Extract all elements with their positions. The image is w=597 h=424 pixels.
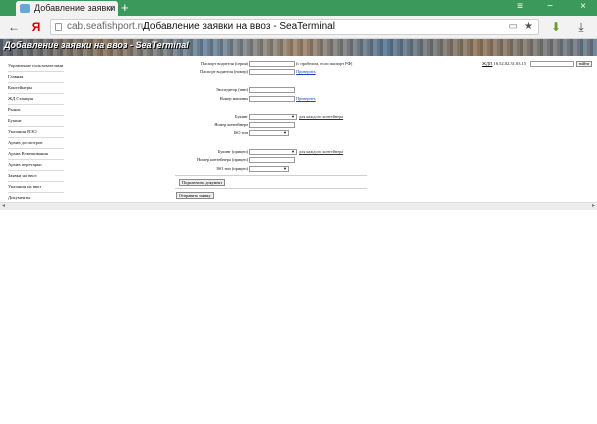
browser-tab[interactable]: Добавление заявки на ×	[16, 1, 118, 16]
tab-title: Добавление заявки на	[34, 3, 118, 13]
tab-close-icon[interactable]: ×	[109, 1, 114, 16]
check-passport-link[interactable]: Проверить	[296, 69, 316, 74]
container-number-field[interactable]	[249, 122, 295, 128]
booking-select[interactable]: ▼	[249, 114, 297, 120]
back-icon[interactable]: ←	[8, 20, 20, 34]
new-tab-button[interactable]: +	[121, 1, 133, 14]
machine-number-label: Номер машины	[219, 96, 248, 101]
browser-menu-icon[interactable]: ≡	[511, 0, 529, 14]
container-number-label: Номер контейнера	[214, 122, 248, 127]
top-right-info: ЖДП 16.52.02.31.03.15	[482, 61, 526, 66]
booking-trailer-each-container-link[interactable]: для каждого контейнера	[299, 149, 343, 154]
date-text: 16.52.02.31.03.15	[493, 61, 527, 66]
sidebar-item-repacking[interactable]: Архив перетарки	[8, 160, 64, 171]
sidebar-item-import-requests[interactable]: Заявки на ввоз	[8, 171, 64, 182]
check-machine-link[interactable]: Проверить	[296, 96, 316, 101]
sidebar-item-market[interactable]: Рынок	[8, 105, 64, 116]
star-icon[interactable]: ★	[524, 20, 533, 34]
container-trailer-label: Номер контейнера (прицеп)	[197, 157, 248, 162]
iso-trailer-select[interactable]: ▼	[249, 166, 289, 172]
passport-note: (с пробелом, если паспорт РФ)	[296, 61, 353, 66]
sidebar-item-booking[interactable]: Букинг	[8, 116, 64, 127]
address-bar[interactable]: cab.seafishport.ru Добавление заявки на …	[50, 19, 539, 35]
booking-trailer-label: Букинг (прицеп)	[217, 149, 248, 154]
site-favicon-icon	[20, 4, 30, 13]
sidebar-item-railway[interactable]: ЖД Станция	[8, 94, 64, 105]
download-arrow-icon[interactable]: ⬇	[549, 20, 563, 34]
passport-number-field[interactable]	[249, 69, 295, 75]
sidebar-item-home[interactable]: Главная	[8, 72, 64, 83]
chevron-down-icon: ▼	[283, 130, 287, 135]
iso-type-select[interactable]: ▼	[249, 130, 289, 136]
submit-request-button[interactable]: Отправить заявку	[176, 192, 214, 199]
horizontal-scrollbar[interactable]: ◂ ▸	[0, 202, 597, 210]
attach-document-button[interactable]: Подключить документ	[179, 179, 226, 186]
lock-icon	[55, 23, 62, 31]
search-button[interactable]: найти	[576, 61, 592, 67]
passport-series-label: Паспорт водителя (серия)	[200, 61, 248, 66]
yandex-home-icon[interactable]: Я	[30, 20, 42, 34]
passport-series-field[interactable]	[249, 61, 295, 67]
iso-trailer-label: ISO тип (прицеп)	[216, 166, 248, 171]
booking-label: Букинг	[235, 114, 248, 119]
forwarder-inn-field[interactable]	[249, 87, 295, 93]
machine-number-field[interactable]	[249, 96, 295, 102]
booking-each-container-link[interactable]: для каждого контейнера	[299, 114, 343, 119]
chevron-down-icon: ▼	[291, 114, 295, 119]
sidebar-item-weighing[interactable]: Архив Взвешивания	[8, 149, 64, 160]
sidebar-item-import-instructions[interactable]: Указания на ввоз	[8, 182, 64, 193]
minimize-button[interactable]: −	[541, 0, 559, 14]
bookmarks-icon[interactable]: ▭	[509, 20, 518, 34]
site-banner: Добавление заявки на ввоз - SeaTerminal	[0, 39, 597, 56]
sidebar-nav: Управление пользователями Главная Контей…	[8, 61, 64, 204]
downloads-icon[interactable]: ⤓	[574, 20, 588, 34]
address-url[interactable]: cab.seafishport.ru	[67, 20, 147, 34]
upload-section: Подключить документ	[175, 175, 367, 189]
search-input[interactable]	[530, 61, 574, 67]
scroll-left-icon[interactable]: ◂	[2, 203, 5, 210]
browser-toolbar: ← Я cab.seafishport.ru Добавление заявки…	[0, 16, 597, 39]
browser-tab-bar: Добавление заявки на × + ≡ − ×	[0, 0, 597, 16]
booking-trailer-select[interactable]: ▼	[249, 149, 297, 155]
railway-link[interactable]: ЖДП	[482, 61, 492, 66]
passport-number-label: Паспорт водителя (номер)	[200, 69, 248, 74]
page-title: Добавление заявки на ввоз - SeaTerminal	[4, 40, 189, 50]
container-trailer-field[interactable]	[249, 157, 295, 163]
chevron-down-icon: ▼	[291, 149, 295, 154]
chevron-down-icon: ▼	[283, 166, 287, 171]
sidebar-item-users[interactable]: Управление пользователями	[8, 61, 64, 72]
iso-type-label: ISO тип	[233, 130, 248, 135]
address-page-title: Добавление заявки на ввоз - SeaTerminal	[143, 21, 335, 32]
sidebar-item-inspections[interactable]: Архив досмотров	[8, 138, 64, 149]
forwarder-inn-label: Экспедитор (инн)	[215, 87, 248, 92]
scroll-right-icon[interactable]: ▸	[592, 203, 595, 210]
sidebar-item-containers[interactable]: Контейнеры	[8, 83, 64, 94]
sidebar-item-veo[interactable]: Указания ВЭО	[8, 127, 64, 138]
close-window-button[interactable]: ×	[574, 0, 592, 14]
